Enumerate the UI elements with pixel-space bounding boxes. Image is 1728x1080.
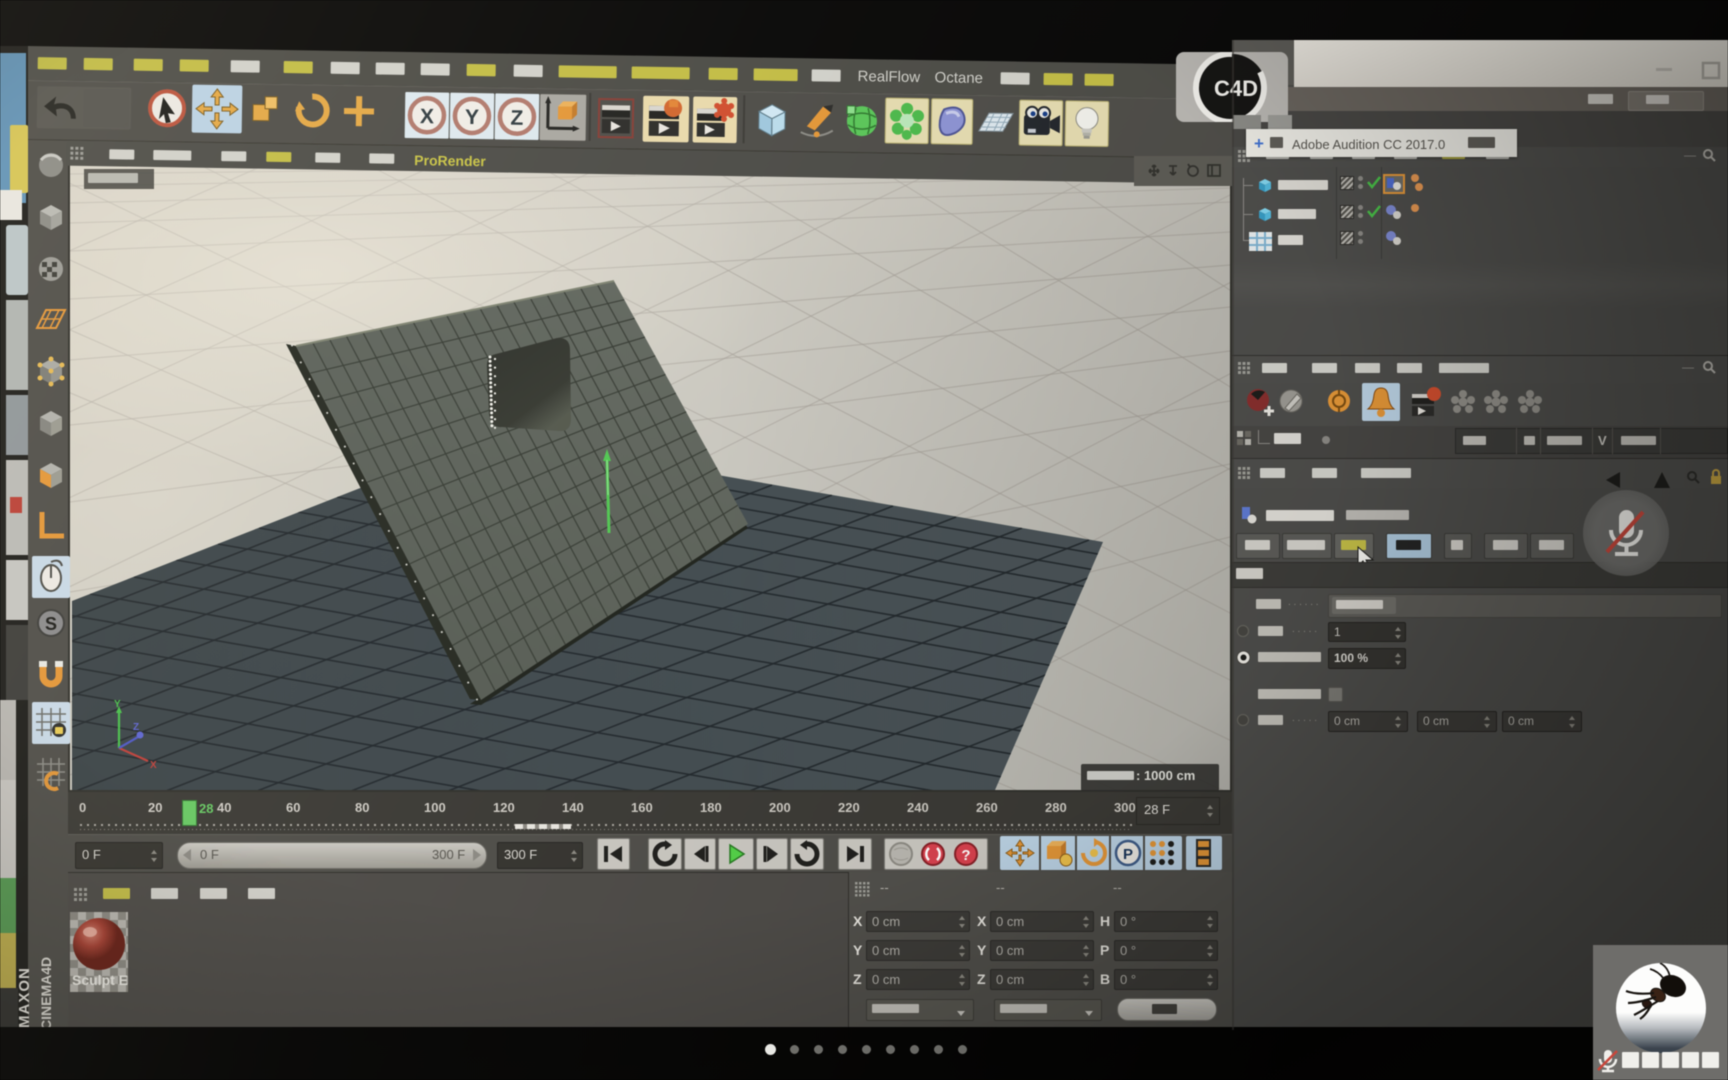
svg-text:Y: Y (465, 106, 479, 129)
svg-text:P: P (1123, 846, 1133, 863)
svg-text:S: S (45, 614, 57, 634)
svg-text:C4D: C4D (1214, 76, 1258, 101)
svg-text:X: X (420, 105, 434, 128)
svg-text:Z: Z (510, 107, 523, 130)
svg-text:?: ? (961, 847, 970, 864)
